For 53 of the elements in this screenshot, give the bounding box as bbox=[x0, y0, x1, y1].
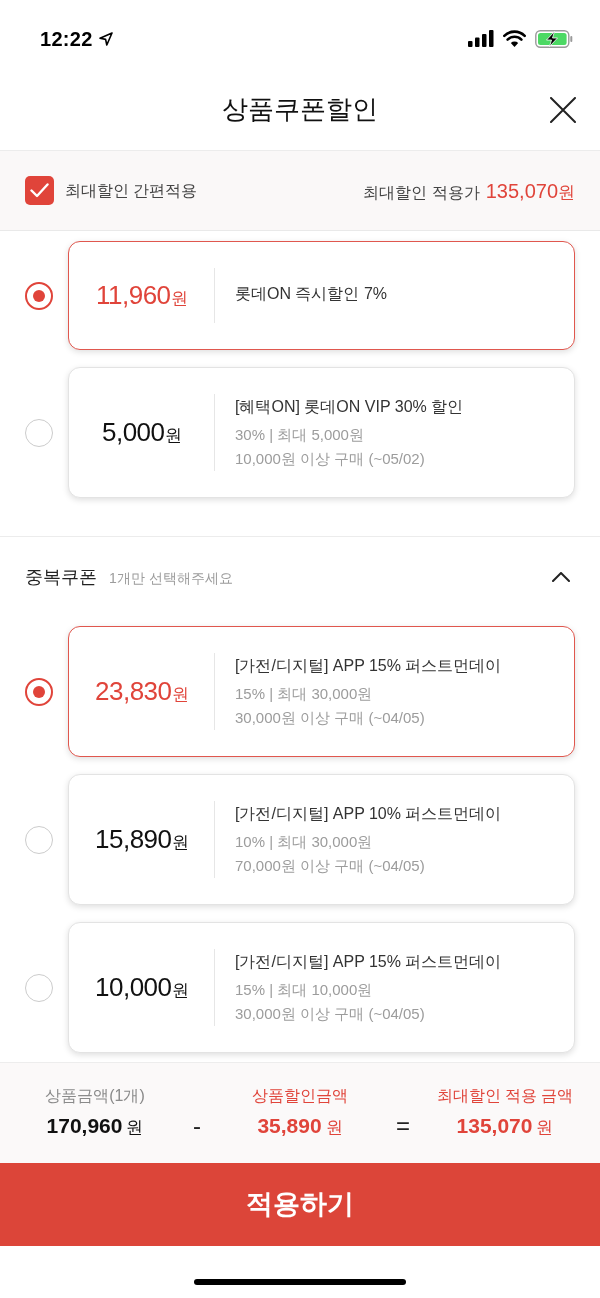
location-arrow-icon bbox=[98, 31, 113, 46]
coupon-title: [가전/디지털] APP 10% 퍼스트먼데이 bbox=[235, 804, 503, 824]
math-operator: = bbox=[396, 1111, 410, 1141]
summary-label: 최대할인 적용 금액 bbox=[436, 1086, 574, 1107]
section-title: 중복쿠폰 bbox=[25, 565, 97, 589]
max-discount-price: 135,070원 bbox=[485, 178, 575, 204]
radio-button[interactable] bbox=[25, 973, 53, 1002]
summary-amount: 135,070 원 bbox=[456, 1113, 554, 1140]
coupon-condition: 30,000원 이상 구매 (~04/05) bbox=[235, 708, 426, 728]
coupon-amount: 23,830원 bbox=[95, 675, 188, 708]
coupon-card[interactable]: 5,000원 [혜택ON] 롯데ON VIP 30% 할인 30% | 최대 5,000원 10,000원 이상 구매 (~05/02) bbox=[68, 367, 575, 498]
page-title: 상품쿠폰할인 bbox=[222, 93, 378, 126]
battery-charging-icon bbox=[535, 29, 573, 48]
coupon-condition: 30,000원 이상 구매 (~04/05) bbox=[235, 1004, 426, 1024]
section-hint: 1개만 선택해주세요 bbox=[109, 568, 233, 588]
coupon-card[interactable]: 10,000원 [가전/디지털] APP 15% 퍼스트먼데이 15% | 최대 10,000원 30,000원 이상 구매 (~04/05) bbox=[68, 922, 575, 1053]
wifi-icon bbox=[503, 30, 526, 47]
summary-label: 상품할인금액 bbox=[252, 1086, 348, 1107]
coupon-condition: 15% | 최대 10,000원 bbox=[235, 980, 374, 1000]
coupon-card[interactable]: 11,960원 롯데ON 즉시할인 7% bbox=[68, 241, 575, 350]
radio-button[interactable] bbox=[25, 418, 53, 447]
apply-button[interactable]: 적용하기 bbox=[0, 1163, 600, 1246]
check-icon bbox=[30, 183, 49, 198]
radio-button[interactable] bbox=[25, 677, 53, 706]
coupon-card[interactable]: 23,830원 [가전/디지털] APP 15% 퍼스트먼데이 15% | 최대 30,000원 30,000원 이상 구매 (~04/05) bbox=[68, 626, 575, 757]
coupon-title: [가전/디지털] APP 15% 퍼스트먼데이 bbox=[235, 952, 503, 972]
coupon-condition: 30% | 최대 5,000원 bbox=[235, 425, 365, 445]
coupon-amount: 5,000원 bbox=[101, 416, 182, 449]
coupon-condition: 15% | 최대 30,000원 bbox=[235, 684, 374, 704]
radio-button[interactable] bbox=[25, 825, 53, 854]
coupon-condition: 70,000원 이상 구매 (~04/05) bbox=[235, 856, 426, 876]
radio-button[interactable] bbox=[25, 281, 53, 310]
math-operator: - bbox=[192, 1111, 202, 1141]
summary-amount: 35,890 원 bbox=[257, 1113, 343, 1140]
checkbox-label: 최대할인 간편적용 bbox=[65, 180, 198, 201]
coupon-condition: 10,000원 이상 구매 (~05/02) bbox=[235, 449, 426, 469]
price-label: 최대할인 적용가 bbox=[363, 182, 480, 203]
coupon-condition: 10% | 최대 30,000원 bbox=[235, 832, 374, 852]
summary-amount: 170,960 원 bbox=[46, 1113, 144, 1140]
coupon-title: 롯데ON 즉시할인 7% bbox=[235, 284, 388, 304]
chevron-up-icon bbox=[552, 572, 570, 582]
coupon-amount: 11,960원 bbox=[95, 279, 188, 312]
close-icon bbox=[550, 97, 576, 123]
status-time: 12:22 bbox=[40, 26, 93, 52]
coupon-amount: 15,890원 bbox=[95, 823, 188, 856]
close-button[interactable] bbox=[548, 95, 578, 125]
summary-label: 상품금액(1개) bbox=[45, 1086, 145, 1107]
checkbox[interactable] bbox=[25, 176, 54, 205]
coupon-card[interactable]: 15,890원 [가전/디지털] APP 10% 퍼스트먼데이 10% | 최대 30,000원 70,000원 이상 구매 (~04/05) bbox=[68, 774, 575, 905]
signal-icon bbox=[468, 30, 494, 47]
coupon-title: [혜택ON] 롯데ON VIP 30% 할인 bbox=[235, 397, 465, 417]
coupon-title: [가전/디지털] APP 15% 퍼스트먼데이 bbox=[235, 656, 503, 676]
coupon-amount: 10,000원 bbox=[95, 971, 188, 1004]
